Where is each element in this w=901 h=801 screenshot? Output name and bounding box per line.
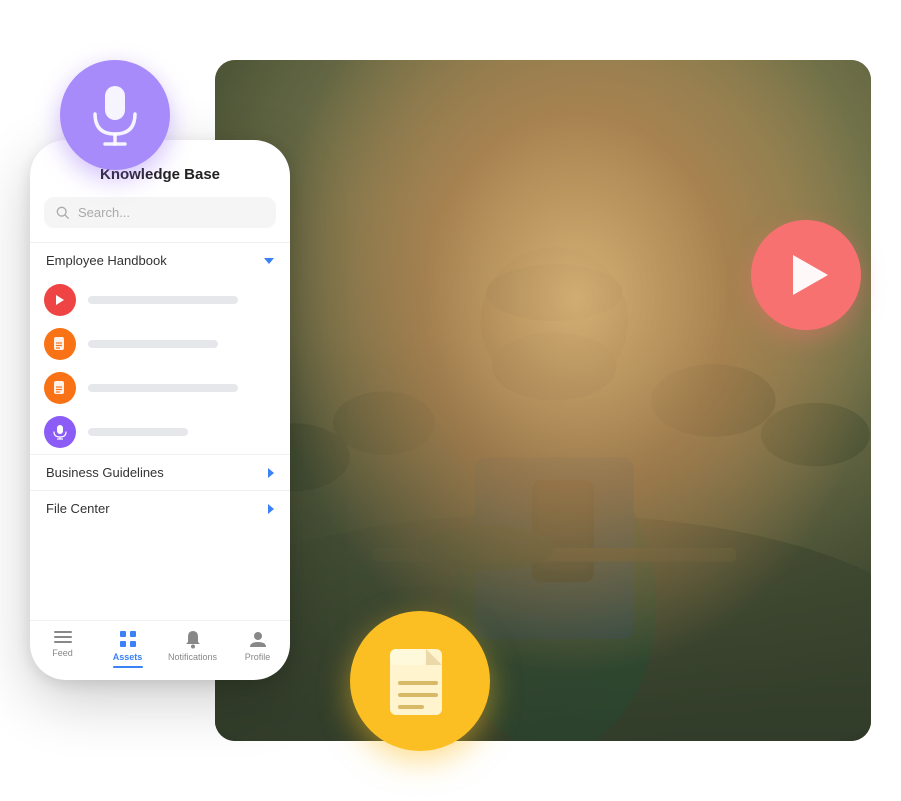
section-employee-handbook[interactable]: Employee Handbook xyxy=(30,242,290,278)
search-input[interactable]: Search... xyxy=(78,205,264,220)
section-label-file-center: File Center xyxy=(46,501,110,516)
play-button-bubble[interactable] xyxy=(751,220,861,330)
nav-item-notifications[interactable]: Notifications xyxy=(160,629,225,668)
list-item[interactable] xyxy=(44,328,276,360)
section-file-center[interactable]: File Center xyxy=(30,490,290,526)
section-label-employee-handbook: Employee Handbook xyxy=(46,253,167,268)
document-bubble xyxy=(350,611,490,751)
chevron-right-icon-2 xyxy=(268,504,274,514)
play-item-icon xyxy=(53,293,67,307)
mic-icon xyxy=(89,84,141,146)
farmer-image xyxy=(215,60,871,741)
item-line xyxy=(88,428,188,436)
item-line xyxy=(88,384,238,392)
nav-active-indicator xyxy=(113,666,143,668)
section-business-guidelines[interactable]: Business Guidelines xyxy=(30,454,290,490)
chevron-down-icon xyxy=(264,258,274,264)
background-photo xyxy=(215,60,871,741)
item-line xyxy=(88,340,218,348)
search-icon xyxy=(56,206,70,220)
play-icon xyxy=(793,255,828,295)
profile-icon xyxy=(248,629,268,649)
phone-mockup: Knowledge Base Search... Employee Handbo… xyxy=(30,140,290,680)
nav-label-profile: Profile xyxy=(245,652,271,662)
item-line xyxy=(88,296,238,304)
chevron-right-icon xyxy=(268,468,274,478)
feed-icon xyxy=(53,629,73,645)
document2-item-icon xyxy=(52,380,68,396)
microphone-bubble xyxy=(60,60,170,170)
notifications-icon xyxy=(184,629,202,649)
phone-title: Knowledge Base xyxy=(30,160,290,197)
item-icon-play xyxy=(44,284,76,316)
phone-screen: Knowledge Base Search... Employee Handbo… xyxy=(30,140,290,680)
item-icon-document2 xyxy=(44,372,76,404)
nav-item-assets[interactable]: Assets xyxy=(95,629,160,668)
handbook-list-items xyxy=(30,278,290,454)
section-label-business-guidelines: Business Guidelines xyxy=(46,465,164,480)
document-item-icon xyxy=(52,336,68,352)
nav-label-feed: Feed xyxy=(52,648,73,658)
document-icon xyxy=(384,641,456,721)
item-icon-document xyxy=(44,328,76,360)
nav-item-feed[interactable]: Feed xyxy=(30,629,95,668)
nav-label-notifications: Notifications xyxy=(168,652,217,662)
nav-item-profile[interactable]: Profile xyxy=(225,629,290,668)
search-bar[interactable]: Search... xyxy=(44,197,276,228)
nav-label-assets: Assets xyxy=(113,652,143,662)
mic-item-icon xyxy=(53,424,67,440)
list-item[interactable] xyxy=(44,284,276,316)
bottom-navigation: Feed Assets Notifications xyxy=(30,620,290,680)
assets-icon xyxy=(118,629,138,649)
item-icon-mic xyxy=(44,416,76,448)
list-item[interactable] xyxy=(44,372,276,404)
list-item[interactable] xyxy=(44,416,276,448)
